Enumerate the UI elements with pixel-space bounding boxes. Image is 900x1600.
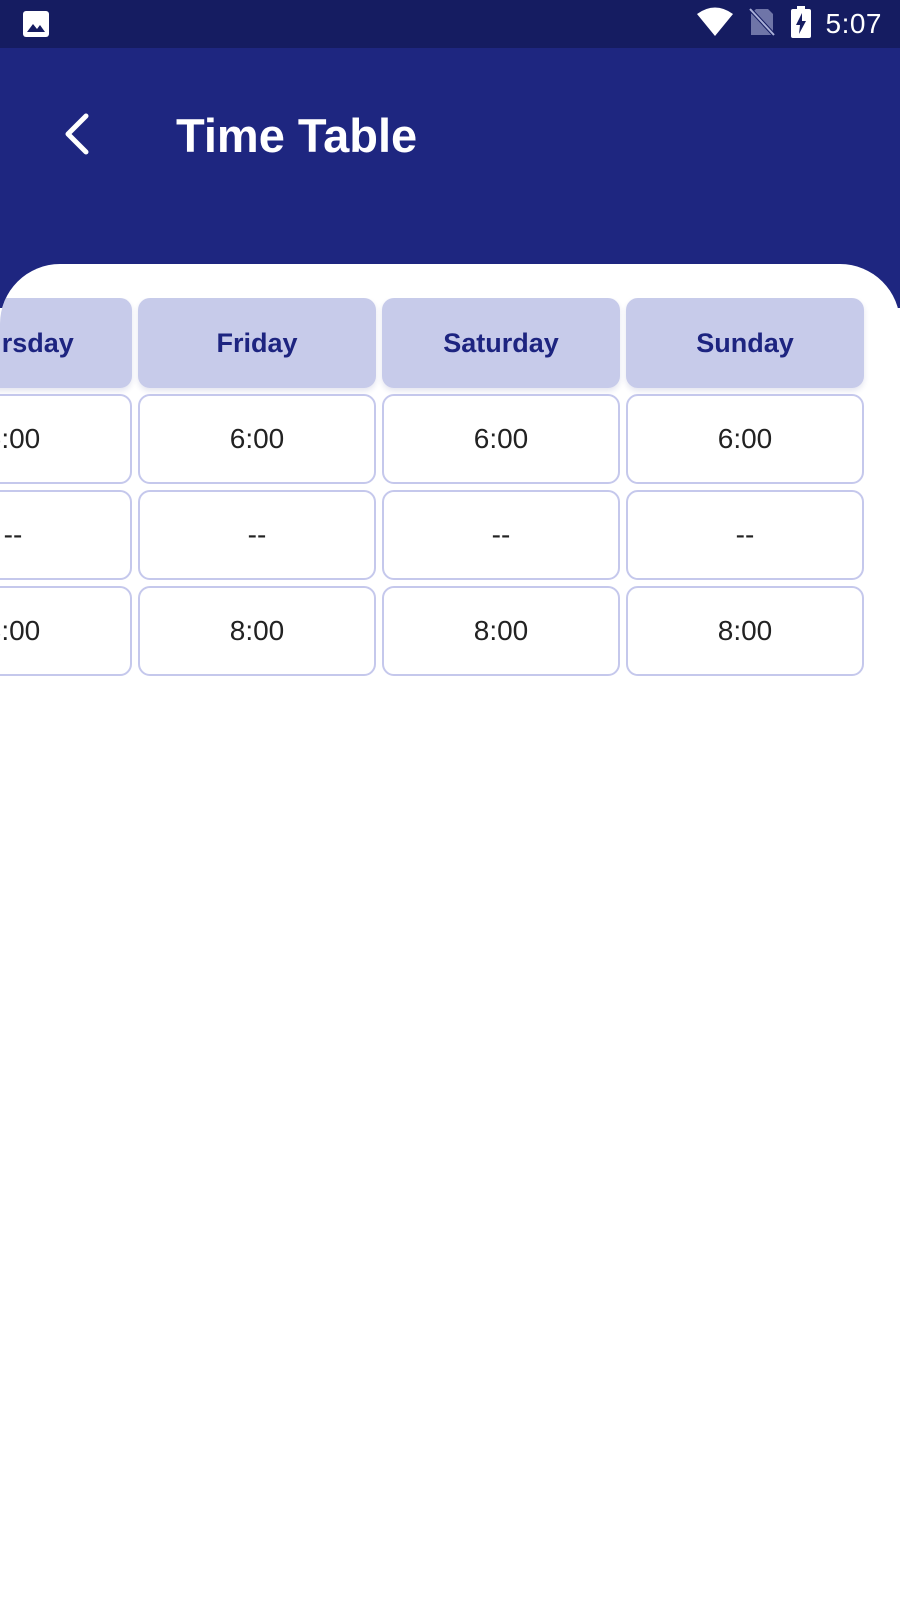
time-cell[interactable]: -- (0, 490, 132, 580)
battery-charging-icon (790, 5, 812, 43)
time-cell[interactable]: -- (626, 490, 864, 580)
image-notification-icon (22, 10, 50, 38)
day-header-sunday: Sunday (626, 298, 864, 388)
time-cell[interactable]: 8:00 (0, 586, 132, 676)
time-cell[interactable]: 6:00 (626, 394, 864, 484)
time-cell[interactable]: 8:00 (382, 586, 620, 676)
page-title: Time Table (176, 109, 418, 162)
time-cell[interactable]: 6:00 (138, 394, 376, 484)
time-cell[interactable]: -- (138, 490, 376, 580)
chevron-left-icon (60, 112, 94, 161)
time-cell[interactable]: 6:00 (382, 394, 620, 484)
time-cell[interactable]: 8:00 (626, 586, 864, 676)
back-button[interactable] (52, 106, 102, 166)
timetable-grid: Thursday Friday Saturday Sunday 6:00 6:0… (0, 298, 864, 688)
content-sheet: Thursday Friday Saturday Sunday 6:00 6:0… (0, 264, 900, 1600)
status-bar: 5:07 (0, 0, 900, 48)
day-header-thursday: Thursday (0, 298, 132, 388)
time-cell[interactable]: 6:00 (0, 394, 132, 484)
wifi-icon (696, 7, 734, 42)
day-header-saturday: Saturday (382, 298, 620, 388)
time-cell[interactable]: 8:00 (138, 586, 376, 676)
status-time: 5:07 (825, 8, 882, 39)
timetable-scroll-area[interactable]: Thursday Friday Saturday Sunday 6:00 6:0… (0, 298, 900, 698)
no-sim-icon (748, 7, 776, 42)
day-header-friday: Friday (138, 298, 376, 388)
status-icons: 5:07 (696, 0, 883, 48)
time-cell[interactable]: -- (382, 490, 620, 580)
